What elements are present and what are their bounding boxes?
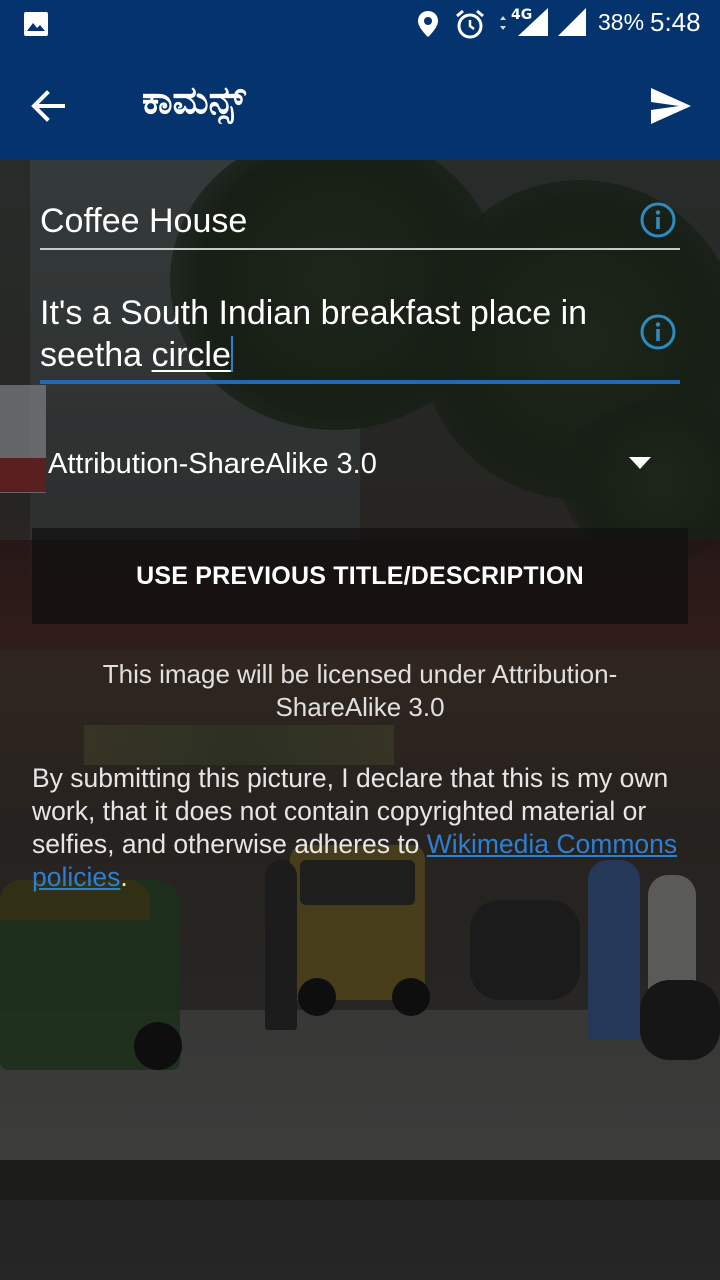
back-button[interactable] (20, 78, 76, 134)
use-previous-button[interactable]: USE PREVIOUS TITLE/DESCRIPTION (32, 528, 688, 624)
description-composing-word: circle (151, 336, 231, 374)
toolbar: ಕಾಮನ್ಸ್ (0, 48, 720, 160)
alarm-icon (456, 9, 484, 39)
location-icon (418, 11, 438, 37)
description-input[interactable]: It's a South Indian breakfast place in s… (40, 292, 640, 376)
toolbar-title: ಕಾಮನ್ಸ್ (142, 78, 246, 122)
clock: 5:48 (650, 7, 701, 37)
gallery-icon (24, 12, 48, 36)
back-arrow-icon (31, 90, 65, 122)
dropdown-arrow-icon (629, 457, 651, 469)
description-underline-wrap (40, 380, 680, 384)
send-icon (651, 88, 691, 124)
description-info-icon[interactable] (640, 314, 676, 350)
battery-percentage: 38% (598, 9, 645, 35)
description-field[interactable]: It's a South Indian breakfast place in s… (40, 292, 640, 386)
title-info-icon[interactable] (640, 202, 676, 238)
send-button[interactable] (643, 78, 699, 134)
signal-icon (558, 8, 586, 36)
title-field[interactable]: Coffee House (40, 200, 680, 252)
license-note: This image will be licensed under Attrib… (102, 659, 618, 722)
description-underline (40, 380, 680, 384)
network-type: 4G (511, 7, 533, 23)
license-selected-value: Attribution-ShareAlike 3.0 (48, 448, 377, 480)
title-underline (40, 248, 680, 250)
description-text: It's a South Indian breakfast place in s… (40, 294, 588, 374)
declaration-period: . (120, 862, 128, 892)
text-caret (230, 336, 233, 372)
status-bar: 4G 38% 5:48 (0, 0, 720, 48)
declaration-text: By submitting this picture, I declare th… (32, 762, 688, 894)
title-input[interactable]: Coffee House (40, 200, 680, 242)
license-dropdown[interactable]: Attribution-ShareAlike 3.0 (48, 442, 668, 490)
